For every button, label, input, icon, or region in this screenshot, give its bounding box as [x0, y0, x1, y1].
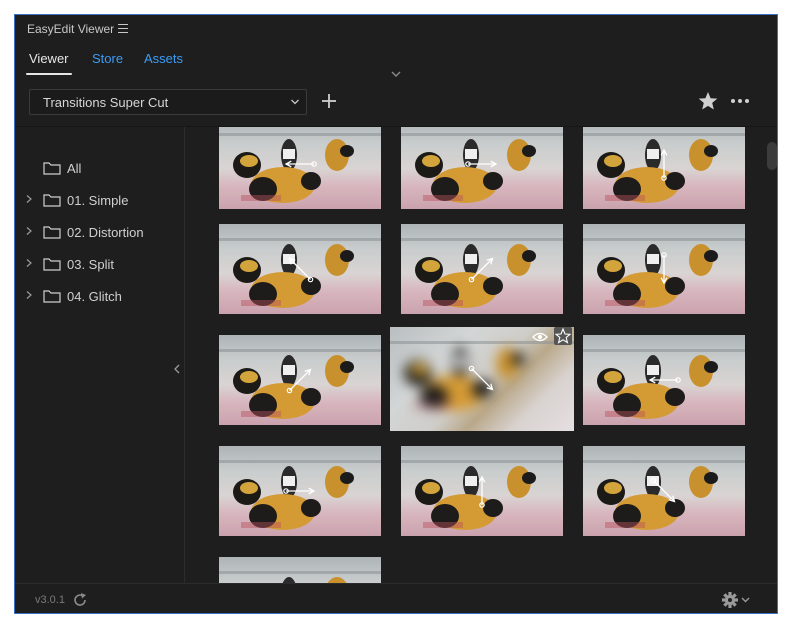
more-horizontal-icon[interactable] — [729, 93, 751, 109]
sidebar-item-label: 03. Split — [67, 257, 114, 272]
star-icon[interactable] — [697, 90, 719, 112]
transition-thumbnail[interactable] — [219, 224, 381, 314]
tab-store[interactable]: Store — [92, 51, 123, 66]
plus-icon[interactable] — [319, 91, 339, 111]
sidebar-item-simple[interactable]: 01. Simple — [15, 189, 185, 213]
transition-thumbnail-grid — [186, 127, 766, 583]
transition-direction-arrow-icon — [219, 557, 381, 583]
sidebar-item-glitch[interactable]: 04. Glitch — [15, 285, 185, 309]
vertical-scrollbar[interactable] — [766, 127, 777, 583]
gear-icon[interactable] — [721, 591, 753, 609]
transition-direction-arrow-icon — [468, 257, 494, 283]
transition-thumbnail[interactable] — [401, 224, 563, 314]
transition-thumbnail-preview[interactable] — [390, 327, 574, 431]
folder-icon — [43, 162, 61, 175]
tab-viewer[interactable]: Viewer — [29, 51, 69, 66]
collection-select[interactable]: Transitions Super Cut — [29, 89, 307, 115]
folder-sidebar: All 01. Simple 02. Distortion 03. Split … — [15, 127, 185, 583]
folder-icon — [43, 258, 61, 271]
easyedit-viewer-window: EasyEdit Viewer Viewer Store Assets Tran… — [14, 14, 778, 614]
transition-direction-arrow-icon — [283, 487, 316, 495]
title-bar: EasyEdit Viewer — [15, 15, 777, 43]
transition-direction-arrow-icon — [660, 252, 668, 285]
version-label: v3.0.1 — [35, 594, 65, 606]
transition-direction-arrow-icon — [660, 148, 668, 181]
transition-thumbnail[interactable] — [219, 557, 381, 583]
sidebar-item-split[interactable]: 03. Split — [15, 253, 185, 277]
active-tab-indicator — [26, 73, 72, 75]
transition-direction-arrow-icon — [478, 475, 486, 508]
chevron-down-icon — [291, 99, 299, 105]
sidebar-item-label: 01. Simple — [67, 193, 129, 208]
transition-thumbnail[interactable] — [583, 127, 745, 209]
transition-thumbnail[interactable] — [401, 127, 563, 209]
favorite-star-icon[interactable] — [554, 327, 572, 345]
sidebar-item-all[interactable]: All — [15, 157, 185, 181]
transition-thumbnail[interactable] — [583, 446, 745, 536]
transition-thumbnail[interactable] — [219, 335, 381, 425]
transition-direction-arrow-icon — [286, 368, 312, 394]
scrollbar-thumb[interactable] — [767, 142, 777, 170]
sidebar-item-label: All — [67, 161, 82, 176]
chevron-right-icon[interactable] — [25, 290, 33, 300]
transition-thumbnail[interactable] — [219, 446, 381, 536]
collection-select-value: Transitions Super Cut — [43, 95, 169, 110]
eye-icon[interactable] — [532, 331, 548, 343]
chevron-right-icon[interactable] — [25, 226, 33, 236]
hamburger-menu-icon[interactable] — [118, 24, 128, 33]
transition-thumbnail[interactable] — [219, 127, 381, 209]
transition-thumbnail[interactable] — [401, 446, 563, 536]
chevron-right-icon[interactable] — [25, 258, 33, 268]
folder-icon — [43, 290, 61, 303]
refresh-icon[interactable] — [72, 592, 88, 608]
transition-direction-arrow-icon — [465, 160, 498, 168]
transition-thumbnail[interactable] — [583, 224, 745, 314]
transition-direction-arrow-icon — [648, 376, 681, 384]
sidebar-item-label: 04. Glitch — [67, 289, 122, 304]
chevron-left-icon[interactable] — [172, 363, 182, 375]
tab-bar: Viewer Store Assets — [15, 49, 777, 79]
window-title: EasyEdit Viewer — [27, 22, 115, 36]
sidebar-item-distortion[interactable]: 02. Distortion — [15, 221, 185, 245]
footer-bar: v3.0.1 — [15, 583, 777, 613]
folder-icon — [43, 194, 61, 207]
sidebar-item-label: 02. Distortion — [67, 225, 144, 240]
transition-direction-arrow-icon — [288, 257, 314, 283]
folder-icon — [43, 226, 61, 239]
tab-assets[interactable]: Assets — [144, 51, 183, 66]
chevron-down-icon[interactable] — [389, 69, 403, 79]
chevron-right-icon[interactable] — [25, 194, 33, 204]
transition-direction-arrow-icon — [284, 160, 317, 168]
transition-direction-arrow-icon — [650, 477, 676, 503]
transition-thumbnail[interactable] — [583, 335, 745, 425]
